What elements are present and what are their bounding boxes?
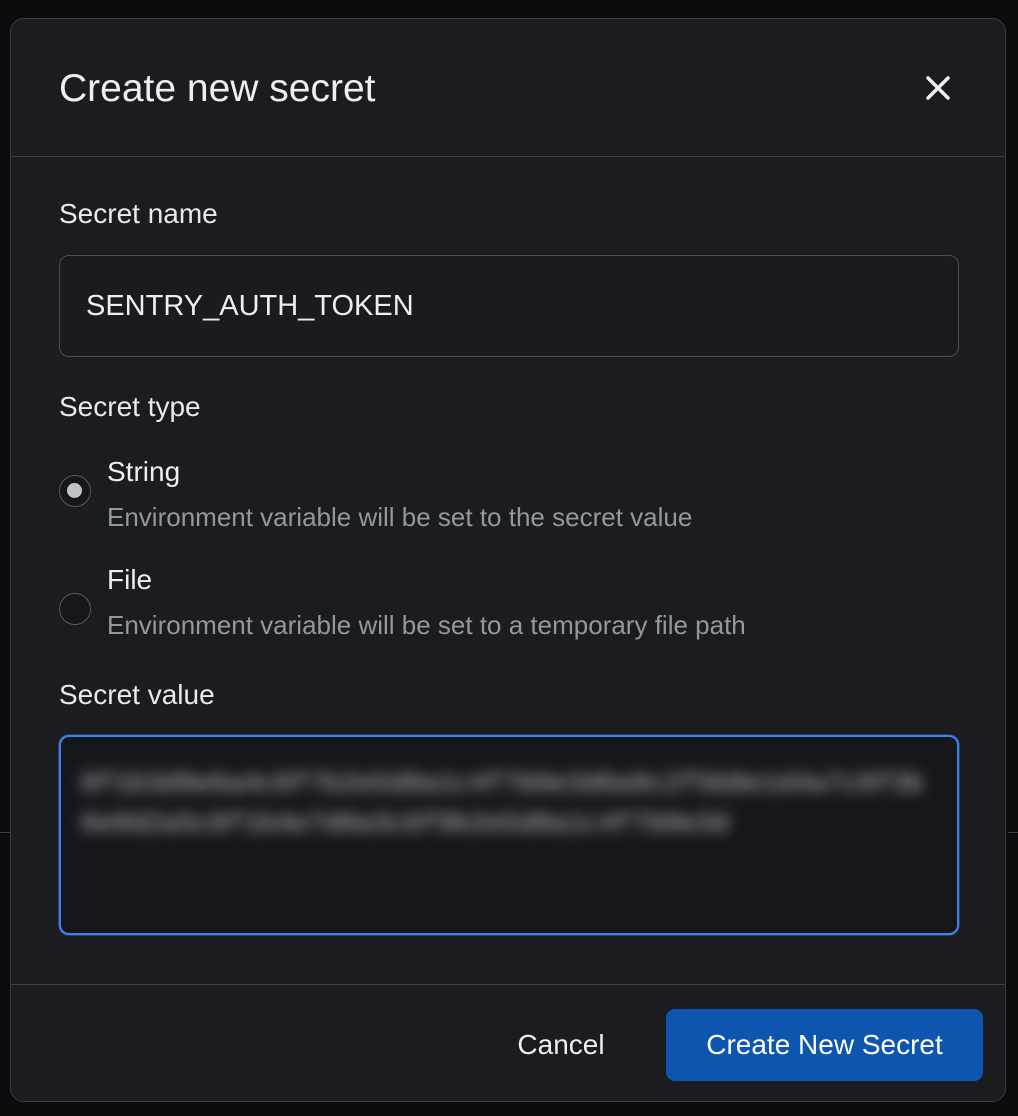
file-option-description: Environment variable will be set to a te… bbox=[107, 610, 746, 640]
dialog-footer: Cancel Create New Secret bbox=[11, 984, 1005, 1101]
dialog-title: Create new secret bbox=[59, 67, 376, 110]
string-radio[interactable] bbox=[59, 475, 91, 507]
dialog-header: Create new secret bbox=[11, 19, 1005, 157]
secret-name-input[interactable] bbox=[59, 255, 959, 357]
close-icon bbox=[926, 76, 950, 100]
secret-name-label: Secret name bbox=[59, 198, 218, 229]
background-divider bbox=[0, 832, 10, 833]
close-button[interactable] bbox=[919, 69, 959, 109]
file-radio[interactable] bbox=[59, 593, 91, 625]
cancel-button[interactable]: Cancel bbox=[495, 1009, 627, 1081]
create-secret-dialog: Create new secret Secret name Secret typ… bbox=[10, 18, 1006, 1102]
create-new-secret-button[interactable]: Create New Secret bbox=[666, 1009, 983, 1081]
secret-value-label: Secret value bbox=[59, 679, 215, 710]
radio-selected-dot bbox=[67, 483, 82, 498]
string-option-description: Environment variable will be set to the … bbox=[107, 502, 693, 532]
secret-type-label: Secret type bbox=[59, 391, 201, 422]
background-divider bbox=[1008, 832, 1018, 833]
secret-type-string-option[interactable]: String Environment variable will be set … bbox=[59, 453, 919, 543]
secret-value-textarea[interactable]: 8f1b3d9e6a4c0f7b2e5d8a1c4f7b0e3d6a9c2f5b… bbox=[59, 735, 959, 935]
secret-value-text: 8f1b3d9e6a4c0f7b2e5d8a1c4f7b0e3d6a9c2f5b… bbox=[81, 770, 924, 840]
secret-type-file-option[interactable]: File Environment variable will be set to… bbox=[59, 561, 919, 651]
string-option-label: String bbox=[107, 456, 181, 487]
file-option-label: File bbox=[107, 564, 153, 595]
